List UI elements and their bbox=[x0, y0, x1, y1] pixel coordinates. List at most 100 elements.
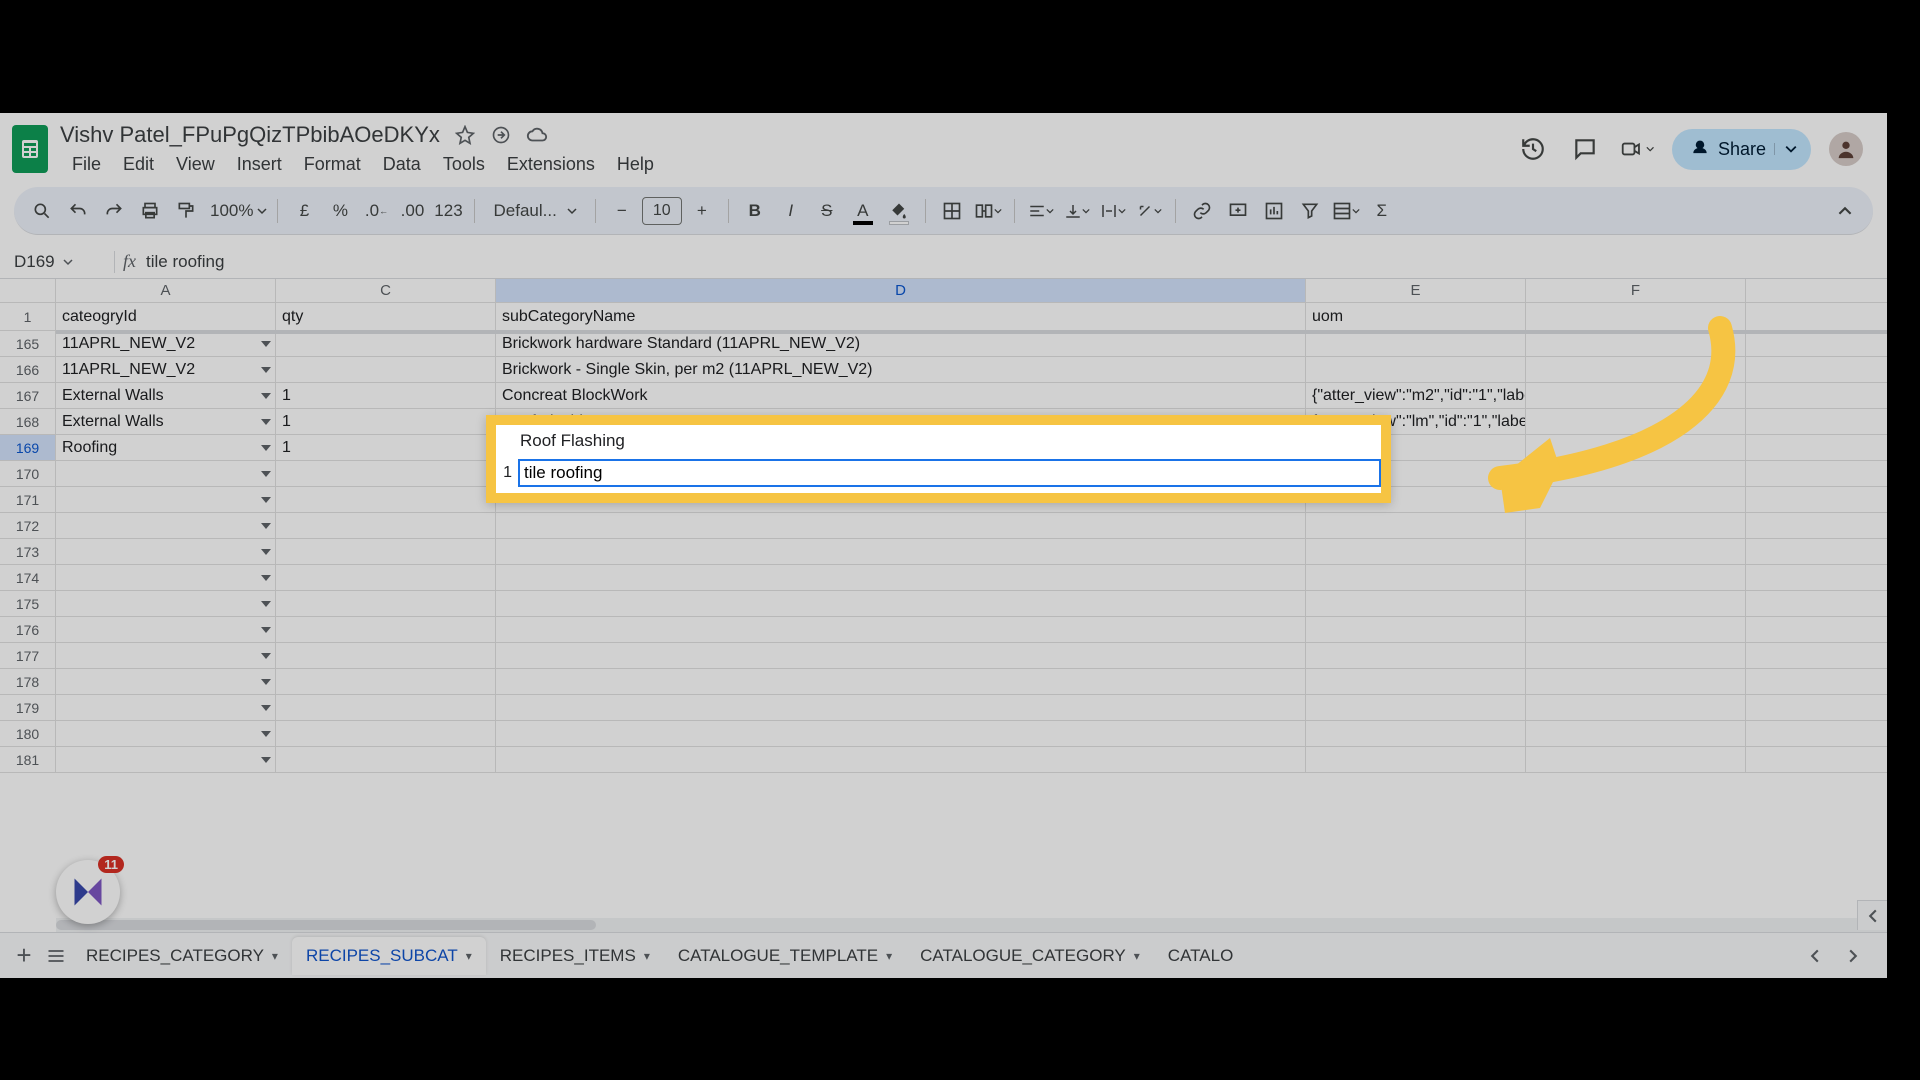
cell[interactable] bbox=[496, 695, 1306, 720]
cell[interactable] bbox=[496, 617, 1306, 642]
comment-icon[interactable] bbox=[1568, 132, 1602, 166]
menu-tools[interactable]: Tools bbox=[433, 150, 495, 179]
menu-edit[interactable]: Edit bbox=[113, 150, 164, 179]
search-icon[interactable] bbox=[26, 195, 58, 227]
row-header[interactable]: 173 bbox=[0, 539, 56, 565]
row-header[interactable]: 176 bbox=[0, 617, 56, 643]
cell[interactable] bbox=[276, 461, 496, 486]
row-header[interactable]: 175 bbox=[0, 591, 56, 617]
cell-editor[interactable] bbox=[518, 459, 1381, 487]
cell[interactable] bbox=[56, 669, 276, 694]
chevron-down-icon[interactable] bbox=[261, 367, 271, 373]
avatar[interactable] bbox=[1829, 132, 1863, 166]
cell[interactable] bbox=[1526, 669, 1746, 694]
redo-icon[interactable] bbox=[98, 195, 130, 227]
cell[interactable] bbox=[56, 643, 276, 668]
menu-view[interactable]: View bbox=[166, 150, 225, 179]
chevron-down-icon[interactable] bbox=[261, 575, 271, 581]
cell[interactable] bbox=[56, 513, 276, 538]
cell[interactable] bbox=[56, 695, 276, 720]
col-header-e[interactable]: E bbox=[1306, 279, 1526, 302]
chevron-down-icon[interactable] bbox=[261, 549, 271, 555]
cell[interactable] bbox=[1306, 721, 1526, 746]
chevron-down-icon[interactable] bbox=[261, 679, 271, 685]
cell[interactable] bbox=[496, 591, 1306, 616]
cell[interactable] bbox=[1526, 565, 1746, 590]
cell[interactable] bbox=[496, 539, 1306, 564]
cell[interactable] bbox=[496, 565, 1306, 590]
tab-scroll-right-icon[interactable] bbox=[1837, 940, 1869, 972]
italic-icon[interactable]: I bbox=[775, 195, 807, 227]
row-header-1[interactable]: 1 bbox=[0, 303, 56, 331]
cell[interactable] bbox=[276, 695, 496, 720]
collapse-toolbar-icon[interactable] bbox=[1829, 195, 1861, 227]
cell[interactable] bbox=[1526, 357, 1746, 382]
sheet-tab[interactable]: RECIPES_CATEGORY▾ bbox=[72, 937, 292, 975]
cell[interactable]: Concreat BlockWork bbox=[496, 383, 1306, 408]
cell[interactable]: External Walls bbox=[56, 409, 276, 434]
row-header[interactable]: 178 bbox=[0, 669, 56, 695]
menu-format[interactable]: Format bbox=[294, 150, 371, 179]
cell[interactable] bbox=[496, 747, 1306, 772]
cell[interactable] bbox=[56, 487, 276, 512]
borders-icon[interactable] bbox=[936, 195, 968, 227]
cell[interactable] bbox=[1526, 513, 1746, 538]
paint-format-icon[interactable] bbox=[170, 195, 202, 227]
cell[interactable] bbox=[56, 591, 276, 616]
cell[interactable] bbox=[56, 565, 276, 590]
cell[interactable] bbox=[1526, 617, 1746, 642]
scrollbar-thumb[interactable] bbox=[56, 920, 596, 930]
insert-chart-icon[interactable] bbox=[1258, 195, 1290, 227]
chevron-down-icon[interactable] bbox=[261, 393, 271, 399]
rotate-icon[interactable] bbox=[1133, 195, 1165, 227]
all-sheets-icon[interactable] bbox=[40, 940, 72, 972]
cell[interactable] bbox=[56, 721, 276, 746]
cell[interactable] bbox=[1306, 669, 1526, 694]
cell[interactable] bbox=[1526, 539, 1746, 564]
add-sheet-icon[interactable]: + bbox=[8, 940, 40, 972]
meet-button[interactable] bbox=[1620, 132, 1654, 166]
cell[interactable] bbox=[276, 331, 496, 356]
filter-icon[interactable] bbox=[1294, 195, 1326, 227]
cell[interactable]: cateogryId bbox=[56, 303, 276, 330]
cell[interactable] bbox=[1526, 591, 1746, 616]
row-header[interactable]: 170 bbox=[0, 461, 56, 487]
cell[interactable]: Brickwork hardware Standard (11APRL_NEW_… bbox=[496, 331, 1306, 356]
undo-icon[interactable] bbox=[62, 195, 94, 227]
cell[interactable]: subCategoryName bbox=[496, 303, 1306, 330]
col-header-a[interactable]: A bbox=[56, 279, 276, 302]
cell[interactable] bbox=[276, 721, 496, 746]
chevron-down-icon[interactable] bbox=[261, 601, 271, 607]
cell[interactable] bbox=[1306, 695, 1526, 720]
select-all-corner[interactable] bbox=[0, 279, 56, 302]
merge-cells-icon[interactable] bbox=[972, 195, 1004, 227]
wrap-icon[interactable] bbox=[1097, 195, 1129, 227]
row-header[interactable]: 168 bbox=[0, 409, 56, 435]
cell[interactable]: 1 bbox=[276, 435, 496, 460]
cell[interactable]: 11APRL_NEW_V2 bbox=[56, 357, 276, 382]
cell[interactable]: {"atter_view":"m2","id":"1","label":"m2"… bbox=[1306, 383, 1526, 408]
decrease-font-icon[interactable]: − bbox=[606, 195, 638, 227]
row-header[interactable]: 177 bbox=[0, 643, 56, 669]
chevron-down-icon[interactable] bbox=[261, 445, 271, 451]
cell[interactable] bbox=[1306, 357, 1526, 382]
v-align-icon[interactable] bbox=[1061, 195, 1093, 227]
side-panel-toggle-icon[interactable] bbox=[1857, 900, 1887, 930]
cell[interactable] bbox=[1306, 591, 1526, 616]
cell[interactable] bbox=[56, 461, 276, 486]
cell[interactable] bbox=[276, 747, 496, 772]
cell[interactable] bbox=[276, 643, 496, 668]
cell[interactable] bbox=[496, 669, 1306, 694]
cell[interactable] bbox=[276, 487, 496, 512]
cell[interactable] bbox=[56, 617, 276, 642]
cell[interactable] bbox=[496, 721, 1306, 746]
cell[interactable] bbox=[276, 565, 496, 590]
strikethrough-icon[interactable]: S bbox=[811, 195, 843, 227]
row-header[interactable]: 167 bbox=[0, 383, 56, 409]
print-icon[interactable] bbox=[134, 195, 166, 227]
cell[interactable] bbox=[56, 747, 276, 772]
chevron-down-icon[interactable]: ▾ bbox=[466, 949, 472, 963]
sheet-tab[interactable]: CATALOGUE_CATEGORY▾ bbox=[906, 937, 1154, 975]
chevron-down-icon[interactable]: ▾ bbox=[644, 949, 650, 963]
cell[interactable]: External Walls bbox=[56, 383, 276, 408]
